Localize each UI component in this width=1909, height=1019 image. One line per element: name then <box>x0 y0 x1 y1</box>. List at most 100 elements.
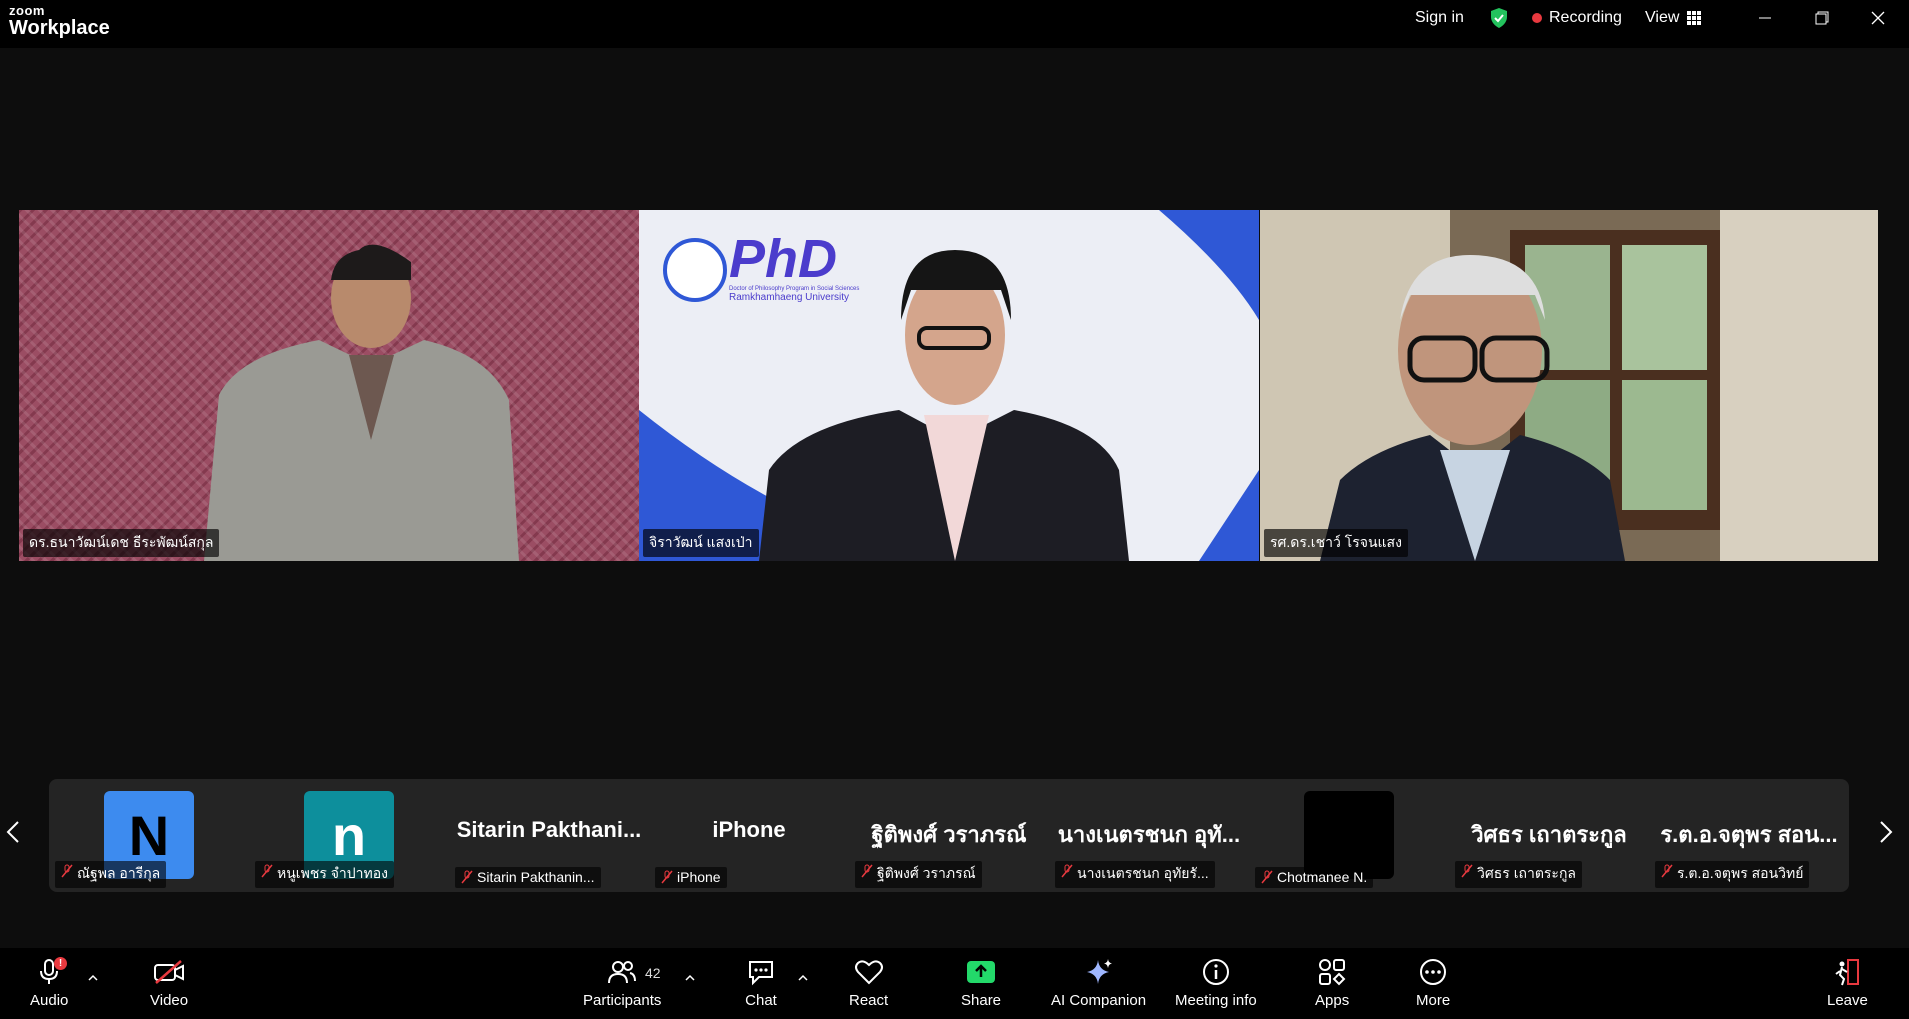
meeting-info-label: Meeting info <box>1175 992 1257 1009</box>
participants-label: Participants <box>583 992 662 1009</box>
audio-options-caret[interactable] <box>88 968 98 984</box>
participant-thumbnail[interactable]: วิศธร เถาตระกูล วิศธร เถาตระกูล <box>1449 779 1649 892</box>
audio-label: Audio <box>30 992 69 1009</box>
react-label: React <box>849 992 889 1009</box>
recording-indicator[interactable]: Recording <box>1532 0 1622 36</box>
sign-in-button[interactable]: Sign in <box>1415 0 1464 36</box>
thumbnail-name-label: ร.ต.อ.จตุพร สอนวิทย์ <box>1655 861 1810 888</box>
participant-thumbnail[interactable]: Chotmanee N. <box>1249 779 1449 892</box>
muted-mic-icon <box>661 870 673 884</box>
muted-mic-icon <box>1461 864 1473 878</box>
participant-thumbnail[interactable]: ฐิติพงศ์ วราภรณ์ ฐิติพงศ์ วราภรณ์ <box>849 779 1049 892</box>
video-off-icon <box>154 960 185 984</box>
restore-icon <box>1815 11 1829 25</box>
thumbnail-display-name: ฐิติพงศ์ วราภรณ์ <box>871 822 1027 847</box>
participants-count: 42 <box>645 965 661 981</box>
thumbnail-display-name: วิศธร เถาตระกูล <box>1471 822 1627 847</box>
participant-thumbnail[interactable]: n หนูเพชร จำปาทอง <box>249 779 449 892</box>
apps-label: Apps <box>1315 992 1350 1009</box>
thumbnail-display-name: ร.ต.อ.จตุพร สอน... <box>1660 822 1838 847</box>
thumbnail-name-label: Chotmanee N. <box>1255 867 1374 888</box>
filmstrip-next-arrow[interactable] <box>1879 820 1893 851</box>
leave-door-icon <box>1835 959 1860 986</box>
view-button[interactable]: View <box>1645 0 1702 36</box>
brand-top: zoom <box>9 3 45 18</box>
video-tile-3-active-speaker[interactable]: รศ.ดร.เชาว์ โรจนแสง <box>1260 210 1878 561</box>
participant-name-tag: จิราวัฒน์ แสงเป่า <box>643 529 759 557</box>
meeting-toolbar: Audio ! Video Participants 42 Chat React… <box>0 948 1909 1019</box>
chevron-right-icon <box>1880 821 1893 843</box>
minimize-button[interactable] <box>1737 0 1793 36</box>
avatar <box>1304 791 1394 879</box>
ai-companion-button[interactable]: AI Companion <box>1051 956 1146 1009</box>
participants-button[interactable]: Participants <box>583 956 661 1009</box>
more-dots-icon <box>1420 959 1447 985</box>
zoom-logo: zoom Workplace <box>9 4 110 38</box>
title-bar: zoom Workplace Sign in Recording View <box>0 0 1909 48</box>
participants-icon <box>608 961 637 984</box>
video-tile-1[interactable]: ดร.ธนาวัฒน์เดช ธีระพัฒน์สกุล <box>19 210 639 561</box>
chevron-up-icon <box>88 974 98 981</box>
thumbnail-name-text: iPhone <box>677 869 721 885</box>
muted-mic-icon <box>261 864 273 878</box>
more-button[interactable]: More <box>1416 956 1450 1009</box>
filmstrip-prev-arrow[interactable] <box>6 820 20 851</box>
thumbnail-name-label: วิศธร เถาตระกูล <box>1455 861 1583 888</box>
participant-filmstrip: N ณัฐพล อารีกุล n หนูเพชร จำปาทอง Sitari… <box>49 779 1849 892</box>
close-button[interactable] <box>1850 0 1906 36</box>
participant-thumbnail[interactable]: ร.ต.อ.จตุพร สอน... ร.ต.อ.จตุพร สอนวิทย์ <box>1649 779 1849 892</box>
thumbnail-name-label: หนูเพชร จำปาทอง <box>255 861 395 888</box>
info-icon <box>1202 959 1229 985</box>
participant-thumbnail[interactable]: นางเนตรชนก อุทั... นางเนตรชนก อุทัยรั... <box>1049 779 1249 892</box>
leave-label: Leave <box>1827 992 1868 1009</box>
chat-button[interactable]: Chat <box>745 956 777 1009</box>
video-tile-2[interactable]: PhD Doctor of Philosophy Program in Soci… <box>639 210 1259 561</box>
chat-icon <box>749 961 773 986</box>
muted-mic-icon <box>461 870 473 884</box>
grid-icon <box>1687 11 1702 25</box>
restore-button[interactable] <box>1794 0 1850 36</box>
participants-options-caret[interactable] <box>685 968 695 984</box>
video-button[interactable]: Video <box>150 956 188 1009</box>
thumbnail-name-label: นางเนตรชนก อุทัยรั... <box>1055 861 1215 888</box>
leave-button[interactable]: Leave <box>1827 956 1868 1009</box>
muted-mic-icon <box>1261 870 1273 884</box>
participant-video-silhouette <box>759 250 1129 561</box>
brand-bottom: Workplace <box>9 17 110 39</box>
thumbnail-name-label: Sitarin Pakthanin... <box>455 867 601 888</box>
meeting-info-button[interactable]: Meeting info <box>1175 956 1257 1009</box>
thumbnail-name-text: นางเนตรชนก อุทัยรั... <box>1077 865 1209 881</box>
participant-video-silhouette <box>204 244 519 561</box>
share-label: Share <box>961 992 1002 1009</box>
video-label: Video <box>150 992 189 1009</box>
chevron-up-icon <box>798 974 808 981</box>
close-icon <box>1871 11 1885 25</box>
apps-button[interactable]: Apps <box>1315 956 1349 1009</box>
apps-icon <box>1319 959 1346 986</box>
muted-mic-icon <box>861 864 873 878</box>
thumbnail-name-text: ร.ต.อ.จตุพร สอนวิทย์ <box>1677 865 1804 881</box>
thumbnail-display-name: iPhone <box>712 817 786 842</box>
participant-thumbnail[interactable]: iPhone iPhone <box>649 779 849 892</box>
thumbnail-name-text: หนูเพชร จำปาทอง <box>277 865 389 881</box>
thumbnail-name-label: iPhone <box>655 867 727 888</box>
muted-mic-icon <box>1061 864 1073 878</box>
thumbnail-name-text: วิศธร เถาตระกูล <box>1477 865 1577 881</box>
share-button[interactable]: Share <box>961 956 1001 1009</box>
more-label: More <box>1416 992 1451 1009</box>
chevron-up-icon <box>685 974 695 981</box>
encryption-shield-icon[interactable] <box>1489 0 1509 36</box>
react-button[interactable]: React <box>849 956 888 1009</box>
chat-label: Chat <box>745 992 777 1009</box>
participant-thumbnail[interactable]: N ณัฐพล อารีกุล <box>49 779 249 892</box>
participant-thumbnail[interactable]: Sitarin Pakthani... Sitarin Pakthanin... <box>449 779 649 892</box>
thumbnail-name-text: ฐิติพงศ์ วราภรณ์ <box>877 865 976 881</box>
participant-name-tag: ดร.ธนาวัฒน์เดช ธีระพัฒน์สกุล <box>23 529 220 557</box>
thumbnail-name-text: Chotmanee N. <box>1277 869 1368 885</box>
chat-options-caret[interactable] <box>798 968 808 984</box>
ai-companion-label: AI Companion <box>1051 992 1147 1009</box>
heart-icon <box>854 960 883 985</box>
participant-video-silhouette <box>1260 210 1878 561</box>
share-screen-icon <box>967 961 996 983</box>
recording-label: Recording <box>1549 9 1622 26</box>
